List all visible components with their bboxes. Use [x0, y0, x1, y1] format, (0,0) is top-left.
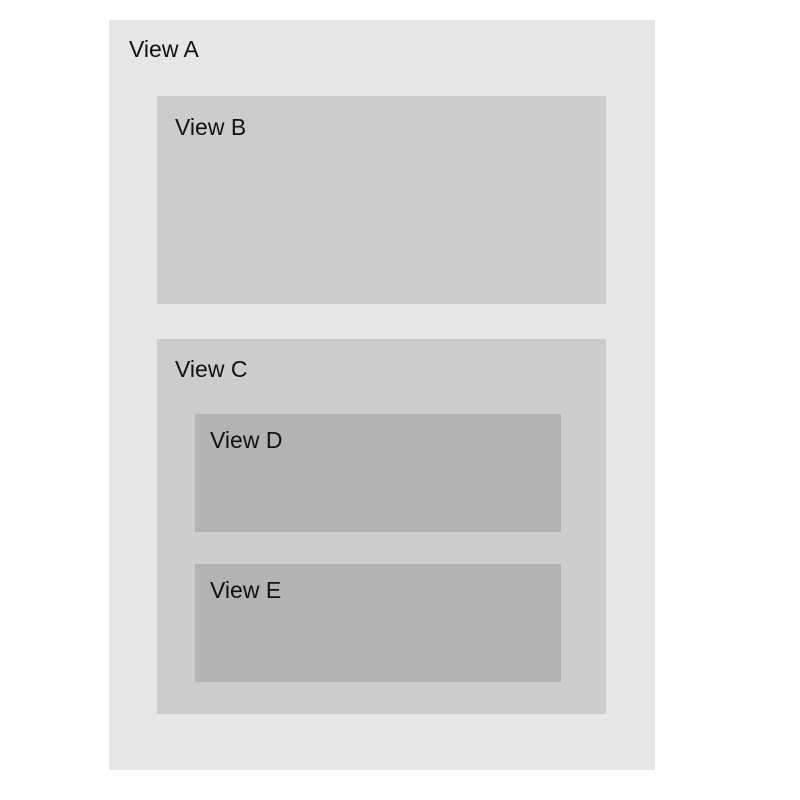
view-b-label: View B — [175, 114, 247, 140]
view-d-label: View D — [210, 427, 283, 453]
view-c-label: View C — [175, 356, 248, 382]
view-d-box: View D — [195, 414, 561, 532]
view-hierarchy-diagram: View A View B View C View D View E — [0, 0, 800, 800]
view-a-label: View A — [129, 36, 199, 62]
view-b-box: View B — [157, 96, 606, 304]
view-e-label: View E — [210, 577, 282, 603]
view-e-box: View E — [195, 564, 561, 682]
